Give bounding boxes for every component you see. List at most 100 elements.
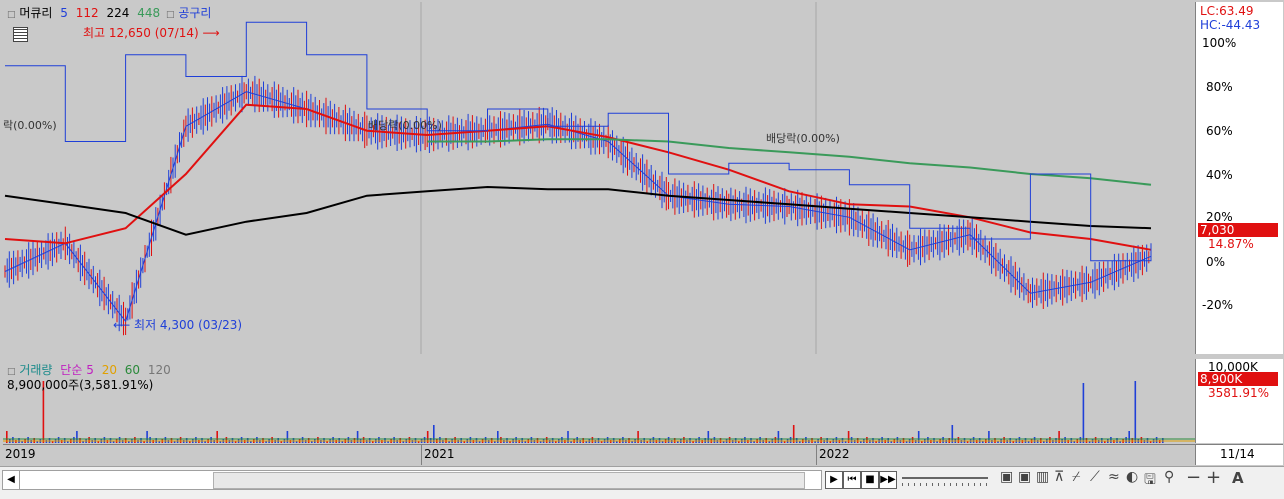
stop-button[interactable]: ■ [861, 471, 879, 489]
tick-80: 80% [1206, 80, 1233, 94]
search-icon[interactable]: ⚲ [1164, 469, 1174, 485]
first-button[interactable]: ⏮ [843, 471, 861, 489]
volume-bar [1082, 383, 1085, 443]
volume-legend-label: 거래량 [19, 363, 53, 377]
hc-label: HC:-44.43 [1200, 18, 1261, 32]
volume-plot [3, 381, 1195, 443]
volume-bar [240, 437, 243, 443]
volume-pane[interactable]: □ 거래량 단순 5 20 60 120 8,900,000주(3,581.91… [3, 359, 1195, 443]
window-icon[interactable]: ▣ [1000, 469, 1013, 485]
bar-chart-icon[interactable]: ▥ [1036, 469, 1049, 485]
volume-bar [759, 437, 761, 443]
volume-scale[interactable]: 10,000K 8,900K 3581.91% [1195, 359, 1283, 443]
volume-bar [698, 437, 700, 443]
date-label-current: 11/14 [1220, 447, 1255, 461]
zoom-out-button[interactable]: − [1186, 467, 1201, 488]
volume-bar [576, 437, 578, 443]
lc-label: LC:63.49 [1200, 4, 1254, 18]
text-tool-button[interactable]: A [1232, 469, 1244, 487]
high-annotation: 최고 12,650 (07/14) ⟶ [83, 24, 220, 41]
volume-bar [88, 437, 90, 443]
date-axis[interactable]: 2019 2021 2022 [3, 444, 1195, 465]
series-line-448 [427, 138, 1152, 186]
volume-bar [911, 437, 914, 443]
legend-square-icon-2: □ [165, 10, 175, 20]
volume-bar [713, 437, 716, 443]
tick-100: 100% [1202, 36, 1237, 50]
volume-bar [850, 437, 853, 443]
volume-bar [500, 437, 502, 443]
save-icon[interactable]: 🖫 [1144, 469, 1156, 493]
next-button[interactable]: ▶▶ [879, 471, 897, 489]
legend-ma224: 224 [106, 6, 130, 20]
volume-bar [792, 425, 795, 443]
tick-0: 0% [1206, 255, 1226, 269]
volume-bar [866, 437, 868, 443]
legend-indicator: 공구리 [178, 6, 212, 20]
volume-bar [805, 437, 807, 443]
volume-bar [210, 437, 212, 443]
price-tag: 7,030 [1198, 223, 1278, 237]
volume-bar [149, 437, 151, 443]
volume-bar [1049, 437, 1051, 443]
high-annotation-text: 최고 12,650 (07/14) [83, 26, 199, 40]
volume-bar [332, 437, 334, 443]
line-chart-icon[interactable]: ⊼ [1054, 469, 1064, 485]
chart-window: □ 머큐리 5 112 224 448 □ 공구리 최고 12,650 (07/… [0, 0, 1284, 499]
volume-bar [951, 425, 954, 443]
low-annotation: ⟵ 최저 4,300 (03/23) [113, 316, 242, 333]
volume-bar [1140, 437, 1143, 443]
volume-bar [164, 437, 167, 443]
volume-bar [301, 437, 304, 443]
volume-bar [103, 437, 106, 443]
volume-bar [469, 437, 472, 443]
volume-bar [393, 437, 395, 443]
volume-bar [378, 437, 380, 443]
dividend-mid2-label: 배당락(0.00%) [766, 132, 840, 145]
draw-line-icon[interactable]: ⌿ [1072, 469, 1080, 485]
play-icon[interactable]: ▶ [825, 471, 843, 489]
price-legend: □ 머큐리 5 112 224 448 □ 공구리 [7, 4, 211, 21]
volume-bar [927, 437, 929, 443]
legend-ma5: 5 [60, 6, 68, 20]
volume-bar [606, 437, 609, 443]
volume-bar [667, 437, 670, 443]
shapes-icon[interactable]: ◐ [1126, 469, 1138, 485]
draw-trend-icon[interactable]: ⟋ [1090, 469, 1100, 485]
volume-bar [1003, 437, 1005, 443]
volume-bar [1134, 381, 1137, 443]
volume-pct-tag: 3581.91% [1208, 386, 1270, 400]
volume-bar [423, 437, 426, 443]
volume-bar [1018, 437, 1021, 443]
scroll-thumb[interactable] [213, 472, 805, 489]
volume-bar [1125, 437, 1127, 443]
volume-bar [256, 437, 258, 443]
zoom-in-button[interactable]: + [1206, 467, 1221, 488]
date-label-2022: 2022 [819, 447, 850, 461]
volume-legend-ma120: 120 [147, 363, 171, 377]
volume-bar [134, 437, 136, 443]
scroll-left-button[interactable]: ◀ [3, 471, 20, 489]
pattern-icon[interactable]: ≈ [1108, 469, 1120, 485]
date-axis-right: 11/14 [1195, 444, 1283, 465]
volume-legend-ma5: 5 [86, 363, 94, 377]
volume-bar [942, 437, 944, 443]
volume-bar [1094, 437, 1097, 443]
horizontal-scrollbar[interactable]: ◀ [2, 470, 822, 490]
volume-bar [195, 437, 197, 443]
grid-toggle-icon[interactable] [13, 27, 28, 42]
date-label-2019: 2019 [5, 447, 36, 461]
volume-bar [225, 437, 228, 443]
volume-bar [73, 437, 75, 443]
volume-bar [179, 437, 182, 443]
zoom-slider[interactable] [902, 477, 988, 479]
volume-bar [1110, 437, 1112, 443]
price-pane[interactable]: □ 머큐리 5 112 224 448 □ 공구리 최고 12,650 (07/… [3, 2, 1195, 354]
volume-bar [484, 437, 487, 443]
volume-legend-ma20: 20 [101, 363, 117, 377]
price-scale[interactable]: LC:63.49 HC:-44.43 100% 80% 60% 40% 20% … [1195, 2, 1283, 354]
window2-icon[interactable]: ▣ [1018, 469, 1031, 485]
legend-ma112: 112 [75, 6, 99, 20]
tick-40: 40% [1206, 168, 1233, 182]
tick-minus20: -20% [1202, 298, 1234, 312]
